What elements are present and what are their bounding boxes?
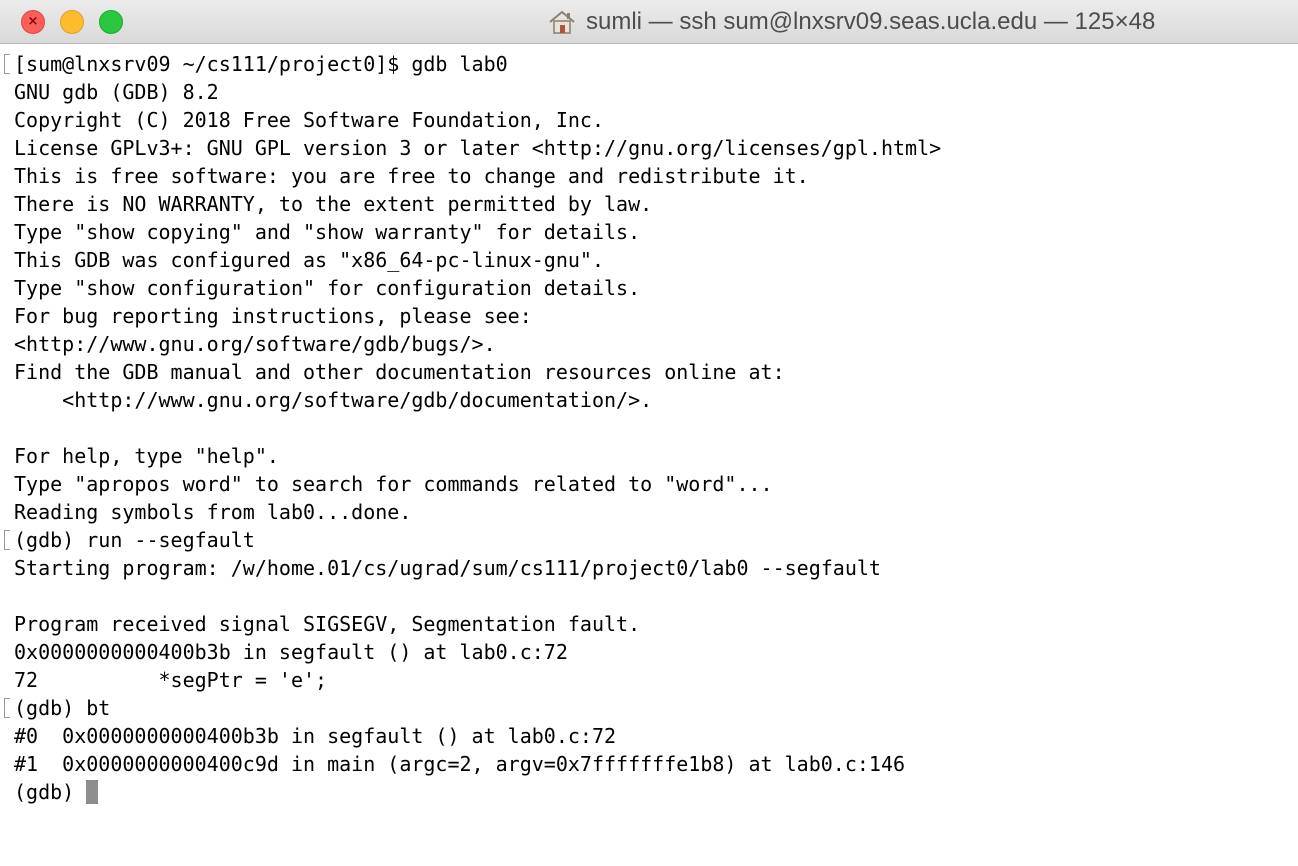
terminal-line: This GDB was configured as "x86_64-pc-li… — [14, 248, 605, 272]
close-button[interactable]: × — [21, 10, 45, 34]
terminal-line: For help, type "help". — [14, 444, 279, 468]
prompt-mark — [4, 54, 10, 74]
title-bar[interactable]: × sumli — ssh sum@lnxsrv09.seas.ucla.edu… — [0, 0, 1298, 44]
terminal-line: Type "show copying" and "show warranty" … — [14, 220, 641, 244]
terminal-line: (gdb) run --segfault — [14, 528, 255, 552]
window-title-group: sumli — ssh sum@lnxsrv09.seas.ucla.edu —… — [548, 0, 1155, 44]
text-cursor — [86, 780, 99, 804]
home-icon — [549, 10, 575, 34]
gdb-prompt: (gdb) — [14, 780, 87, 804]
terminal-output[interactable]: [sum@lnxsrv09 ~/cs111/project0]$ gdb lab… — [0, 44, 1298, 866]
close-icon: × — [27, 14, 39, 29]
terminal-line: [sum@lnxsrv09 ~/cs111/project0]$ gdb lab… — [14, 52, 508, 76]
terminal-window: × sumli — ssh sum@lnxsrv09.seas.ucla.edu… — [0, 0, 1298, 866]
terminal-line: There is NO WARRANTY, to the extent perm… — [14, 192, 653, 216]
terminal-line: #0 0x0000000000400b3b in segfault () at … — [14, 724, 617, 748]
terminal-line: Copyright (C) 2018 Free Software Foundat… — [14, 108, 605, 132]
terminal-line: Type "apropos word" to search for comman… — [14, 472, 773, 496]
current-prompt-line[interactable]: (gdb) — [14, 778, 99, 806]
terminal-line: GNU gdb (GDB) 8.2 — [14, 80, 219, 104]
terminal-line: <http://www.gnu.org/software/gdb/bugs/>. — [14, 332, 496, 356]
terminal-line: Type "show configuration" for configurat… — [14, 276, 641, 300]
terminal-line: <http://www.gnu.org/software/gdb/documen… — [14, 388, 653, 412]
terminal-line: Program received signal SIGSEGV, Segment… — [14, 612, 641, 636]
terminal-line: 0x0000000000400b3b in segfault () at lab… — [14, 640, 568, 664]
terminal-line: Find the GDB manual and other documentat… — [14, 360, 785, 384]
terminal-line: 72 *segPtr = 'e'; — [14, 668, 328, 692]
terminal-line: For bug reporting instructions, please s… — [14, 304, 532, 328]
terminal-line: Starting program: /w/home.01/cs/ugrad/su… — [14, 556, 881, 580]
minimize-button[interactable] — [60, 10, 84, 34]
window-title: sumli — ssh sum@lnxsrv09.seas.ucla.edu —… — [586, 8, 1156, 35]
zoom-button[interactable] — [99, 10, 123, 34]
prompt-mark — [4, 530, 10, 550]
terminal-line: License GPLv3+: GNU GPL version 3 or lat… — [14, 136, 942, 160]
terminal-line: #1 0x0000000000400c9d in main (argc=2, a… — [14, 752, 906, 776]
prompt-mark — [4, 698, 10, 718]
terminal-line: (gdb) bt — [14, 696, 111, 720]
terminal-line: Reading symbols from lab0...done. — [14, 500, 412, 524]
terminal-line: This is free software: you are free to c… — [14, 164, 809, 188]
